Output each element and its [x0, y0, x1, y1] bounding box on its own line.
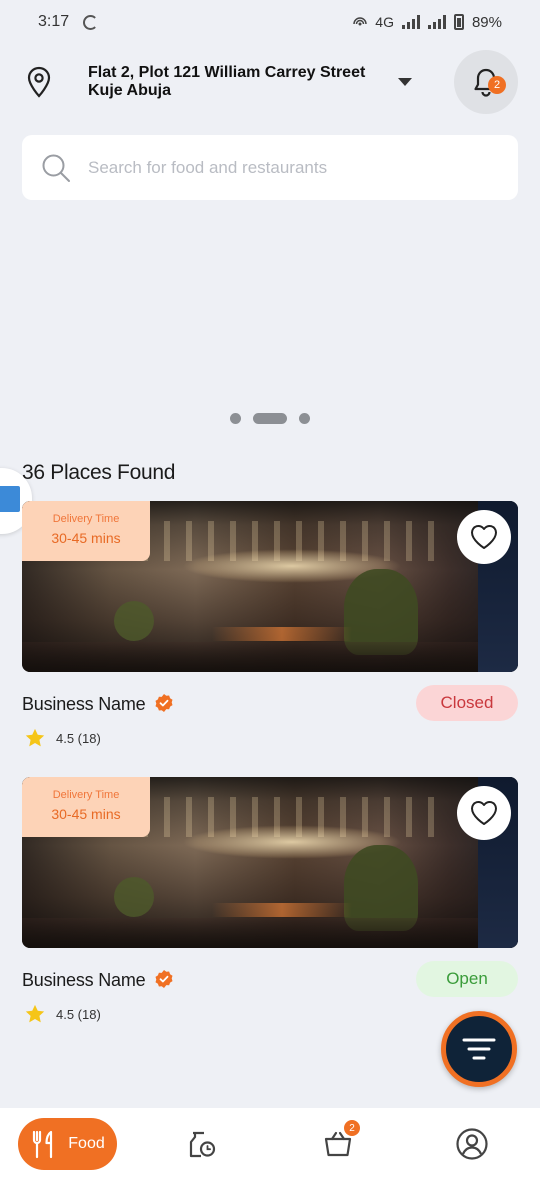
- verified-icon: [155, 694, 173, 712]
- rating-value: 4.5 (18): [56, 730, 101, 746]
- carousel-dot[interactable]: [299, 413, 310, 424]
- restaurant-card[interactable]: Delivery Time 30-45 mins Business Name O…: [22, 777, 518, 1023]
- filter-icon: [462, 1038, 496, 1060]
- heart-icon: [470, 524, 498, 549]
- location-pin-icon: [27, 66, 51, 98]
- favorite-button[interactable]: [457, 510, 511, 564]
- nav-food-label: Food: [68, 1135, 105, 1152]
- nav-cart-tab[interactable]: 2: [320, 1120, 360, 1162]
- search-icon: [42, 154, 70, 182]
- status-time: 3:17: [38, 13, 70, 30]
- delivery-time-value: 30-45 mins: [51, 530, 121, 546]
- delivery-address[interactable]: Flat 2, Plot 121 William Carrey Street K…: [88, 64, 398, 100]
- status-badge-open: Open: [416, 961, 518, 997]
- notification-badge: 2: [488, 76, 506, 94]
- results-count-title: 36 Places Found: [22, 461, 176, 484]
- battery-icon: [453, 14, 464, 30]
- rating-value: 4.5 (18): [56, 1006, 101, 1022]
- verified-icon: [155, 970, 173, 988]
- fork-knife-icon: [33, 1130, 53, 1159]
- hotspot-icon: [353, 17, 368, 26]
- delivery-time-badge: Delivery Time 30-45 mins: [22, 501, 150, 561]
- bottom-navigation: Food 2: [0, 1108, 540, 1204]
- business-name[interactable]: Business Name: [22, 970, 146, 991]
- carousel-dot[interactable]: [230, 413, 241, 424]
- bag-timer-icon: [189, 1131, 216, 1158]
- device-icon: [0, 486, 20, 512]
- delivery-time-badge: Delivery Time 30-45 mins: [22, 777, 150, 837]
- signal-icon-2: [427, 15, 446, 29]
- cart-badge: 2: [344, 1120, 360, 1136]
- delivery-time-value: 30-45 mins: [51, 806, 121, 822]
- sync-icon: [83, 14, 99, 30]
- status-bar: 3:17 4G 89%: [0, 0, 540, 44]
- star-icon: [25, 1004, 45, 1023]
- user-icon: [456, 1128, 488, 1160]
- network-type: 4G: [375, 14, 394, 30]
- restaurant-card[interactable]: Delivery Time 30-45 mins Business Name C…: [22, 501, 518, 747]
- notifications-button[interactable]: 2: [454, 50, 518, 114]
- search-bar[interactable]: [22, 135, 518, 200]
- header: Flat 2, Plot 121 William Carrey Street K…: [0, 48, 540, 118]
- rating: 4.5 (18): [24, 727, 101, 749]
- signal-icon: [401, 15, 420, 29]
- rating: 4.5 (18): [24, 1003, 101, 1025]
- nav-food-tab[interactable]: Food: [18, 1118, 117, 1170]
- chevron-down-icon[interactable]: [398, 78, 412, 86]
- filter-button[interactable]: [441, 1011, 517, 1087]
- heart-icon: [470, 800, 498, 825]
- carousel-dot-active[interactable]: [253, 413, 287, 424]
- restaurant-image[interactable]: Delivery Time 30-45 mins: [22, 501, 518, 672]
- battery-percent: 89%: [471, 13, 502, 31]
- nav-profile-tab[interactable]: [454, 1126, 490, 1162]
- nav-orders-tab[interactable]: [184, 1126, 220, 1162]
- business-name[interactable]: Business Name: [22, 694, 146, 715]
- delivery-time-label: Delivery Time: [52, 789, 120, 801]
- status-badge-closed: Closed: [416, 685, 518, 721]
- carousel-indicator: [0, 413, 540, 424]
- favorite-button[interactable]: [457, 786, 511, 840]
- search-input[interactable]: [88, 157, 488, 178]
- star-icon: [25, 728, 45, 747]
- restaurant-image[interactable]: Delivery Time 30-45 mins: [22, 777, 518, 948]
- delivery-time-label: Delivery Time: [52, 513, 120, 525]
